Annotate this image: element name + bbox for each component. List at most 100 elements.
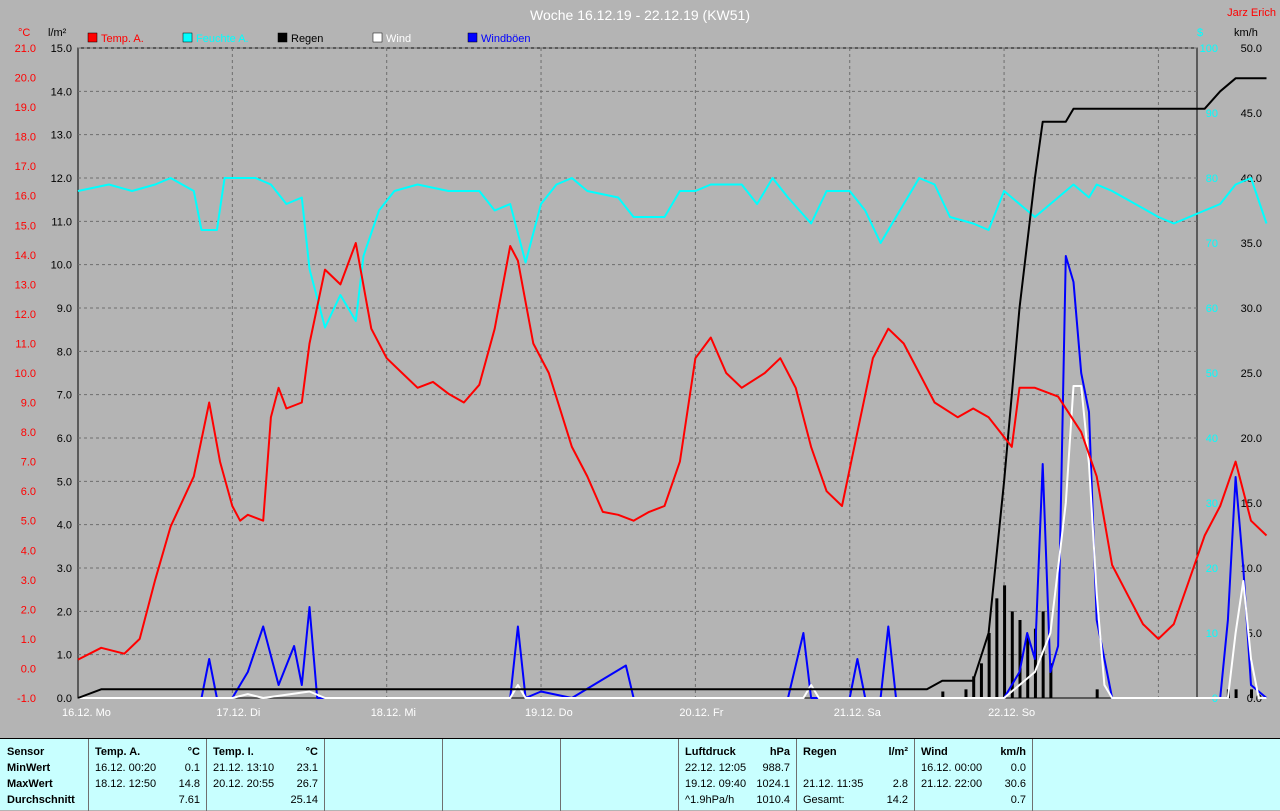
temp-axis-tick-label: 15.0 bbox=[15, 220, 36, 232]
temp-i-min-date: 21.12. 13:10 bbox=[213, 762, 275, 774]
humidity-axis-tick-label: 100 bbox=[1200, 43, 1218, 55]
wind-axis-tick-label: 30.0 bbox=[1241, 303, 1262, 315]
pressure-trend: ^1.9hPa/h bbox=[685, 794, 735, 806]
pressure-unit-label: $ bbox=[1197, 27, 1203, 39]
rain-bar bbox=[995, 598, 999, 698]
rain-total-value: 14.2 bbox=[886, 794, 908, 806]
temp-axis-tick-label: 10.0 bbox=[15, 368, 36, 380]
temp-axis-tick-label: 20.0 bbox=[15, 73, 36, 85]
rain-axis-tick-label: 14.0 bbox=[51, 86, 72, 98]
rain-bar bbox=[964, 689, 968, 698]
rain-bar bbox=[1234, 689, 1238, 698]
rain-bar bbox=[1026, 637, 1030, 698]
stats-col-wind: Wind km/h 16.12. 00:00 0.0 21.12. 22:00 … bbox=[914, 739, 1032, 811]
legend-swatch bbox=[467, 32, 478, 43]
rain-unit-label: l/m² bbox=[48, 27, 67, 39]
weather-chart: Woche 16.12.19 - 22.12.19 (KW51) Jarz Er… bbox=[15, 7, 1276, 719]
humidity-axis-tick-label: 60 bbox=[1206, 303, 1218, 315]
x-axis-tick-label: 18.12. Mi bbox=[371, 707, 416, 719]
humidity-axis-tick-label: 10 bbox=[1206, 628, 1218, 640]
stats-row-max-label: MaxWert bbox=[7, 778, 53, 790]
temp-i-header: Temp. I. bbox=[213, 746, 254, 758]
humidity-axis-tick-label: 50 bbox=[1206, 368, 1218, 380]
temp-a-min-value: 0.1 bbox=[184, 762, 200, 774]
pressure-min-date: 22.12. 12:05 bbox=[685, 762, 747, 774]
rain-axis-tick-label: 6.0 bbox=[57, 433, 72, 445]
temp-a-header: Temp. A. bbox=[95, 746, 141, 758]
legend-label: Windböen bbox=[481, 33, 531, 45]
humidity-axis-tick-label: 40 bbox=[1206, 433, 1218, 445]
rain-axis-tick-label: 11.0 bbox=[51, 216, 72, 228]
temp-i-min-value: 23.1 bbox=[296, 762, 318, 774]
wind-min-date: 16.12. 00:00 bbox=[921, 762, 983, 774]
legend-label: Feuchte A. bbox=[196, 33, 249, 45]
legend: Temp. A. Feuchte A. Regen Wind Windböen bbox=[87, 32, 531, 45]
rain-axis-tick-label: 9.0 bbox=[57, 303, 72, 315]
temp-axis-tick-label: 11.0 bbox=[15, 338, 36, 350]
stats-col-empty-2 bbox=[442, 739, 560, 811]
temp-i-avg-value: 25.14 bbox=[290, 794, 318, 806]
rain-axis-tick-label: 13.0 bbox=[51, 130, 72, 142]
rain-axis-tick-label: 0.0 bbox=[57, 693, 72, 705]
temp-axis-tick-label: 7.0 bbox=[21, 457, 36, 469]
x-axis-tick-label: 20.12. Fr bbox=[679, 707, 723, 719]
rain-bar bbox=[1003, 585, 1007, 698]
x-axis-tick-label: 22.12. So bbox=[988, 707, 1035, 719]
temp-axis-tick-label: 3.0 bbox=[21, 575, 36, 587]
temp-axis-tick-label: 14.0 bbox=[15, 250, 36, 262]
stats-col-temp-i: Temp. I. °C 21.12. 13:10 23.1 20.12. 20:… bbox=[206, 739, 324, 811]
wind-max-date: 21.12. 22:00 bbox=[921, 778, 983, 790]
legend-swatch bbox=[182, 32, 193, 43]
stats-panel: Sensor MinWert MaxWert Durchschnitt Temp… bbox=[0, 738, 1280, 811]
legend-swatch bbox=[277, 32, 288, 43]
wind-axis-tick-label: 45.0 bbox=[1241, 108, 1262, 120]
x-axis-tick-label: 19.12. Do bbox=[525, 707, 573, 719]
stats-row-avg-label: Durchschnitt bbox=[7, 794, 75, 806]
wind-avg-value: 0.7 bbox=[1010, 794, 1026, 806]
x-axis-tick-label: 17.12. Di bbox=[216, 707, 260, 719]
legend-label: Wind bbox=[386, 33, 411, 45]
pressure-unit: hPa bbox=[769, 746, 790, 758]
stats-col-empty-3 bbox=[560, 739, 678, 811]
rain-axis-tick-label: 8.0 bbox=[57, 346, 72, 358]
humidity-axis-tick-label: 70 bbox=[1206, 238, 1218, 250]
pressure-max-value: 1024.1 bbox=[756, 778, 790, 790]
pressure-min-value: 988.7 bbox=[762, 762, 790, 774]
rain-max-date: 21.12. 11:35 bbox=[803, 778, 864, 790]
rain-axis-tick-label: 12.0 bbox=[51, 173, 72, 185]
rain-axis-tick-label: 2.0 bbox=[57, 606, 72, 618]
wind-header: Wind bbox=[921, 746, 948, 758]
rain-axis-tick-label: 1.0 bbox=[57, 650, 72, 662]
temp-axis-tick-label: 18.0 bbox=[15, 132, 36, 144]
wind-unit-label: km/h bbox=[1234, 27, 1258, 39]
temp-a-max-date: 18.12. 12:50 bbox=[95, 778, 157, 790]
author-label: Jarz Erich bbox=[1227, 7, 1276, 19]
pressure-max-date: 19.12. 09:40 bbox=[685, 778, 747, 790]
stats-row-min-label: MinWert bbox=[7, 762, 51, 774]
wind-unit: km/h bbox=[1000, 746, 1026, 758]
stats-col-sensor: Sensor MinWert MaxWert Durchschnitt bbox=[0, 739, 88, 811]
rain-axis-tick-label: 5.0 bbox=[57, 476, 72, 488]
legend-swatch bbox=[372, 32, 383, 43]
rain-axis-tick-label: 10.0 bbox=[51, 260, 72, 272]
legend-swatch bbox=[87, 32, 98, 43]
wind-axis-tick-label: 20.0 bbox=[1241, 433, 1262, 445]
temp-a-max-value: 14.8 bbox=[178, 778, 200, 790]
temp-axis-tick-label: 6.0 bbox=[21, 486, 36, 498]
plot-frame bbox=[77, 47, 1198, 699]
temp-axis-tick-label: 1.0 bbox=[21, 634, 36, 646]
temp-axis-tick-label: 16.0 bbox=[15, 191, 36, 203]
temp-i-max-date: 20.12. 20:55 bbox=[213, 778, 275, 790]
stats-sensor-header: Sensor bbox=[7, 746, 45, 758]
chart-grid bbox=[77, 47, 1198, 699]
temp-axis-tick-label: 17.0 bbox=[15, 161, 36, 173]
temp-axis-tick-label: -1.0 bbox=[17, 693, 36, 705]
temp-axis-tick-label: 19.0 bbox=[15, 102, 36, 114]
x-axis-tick-label: 16.12. Mo bbox=[62, 707, 111, 719]
temp-axis-tick-label: 4.0 bbox=[21, 545, 36, 557]
legend-label: Temp. A. bbox=[101, 33, 144, 45]
temp-axis-tick-label: 2.0 bbox=[21, 604, 36, 616]
rain-axis-tick-label: 15.0 bbox=[51, 43, 72, 55]
x-axis-tick-label: 21.12. Sa bbox=[834, 707, 882, 719]
rain-bar bbox=[1095, 689, 1099, 698]
